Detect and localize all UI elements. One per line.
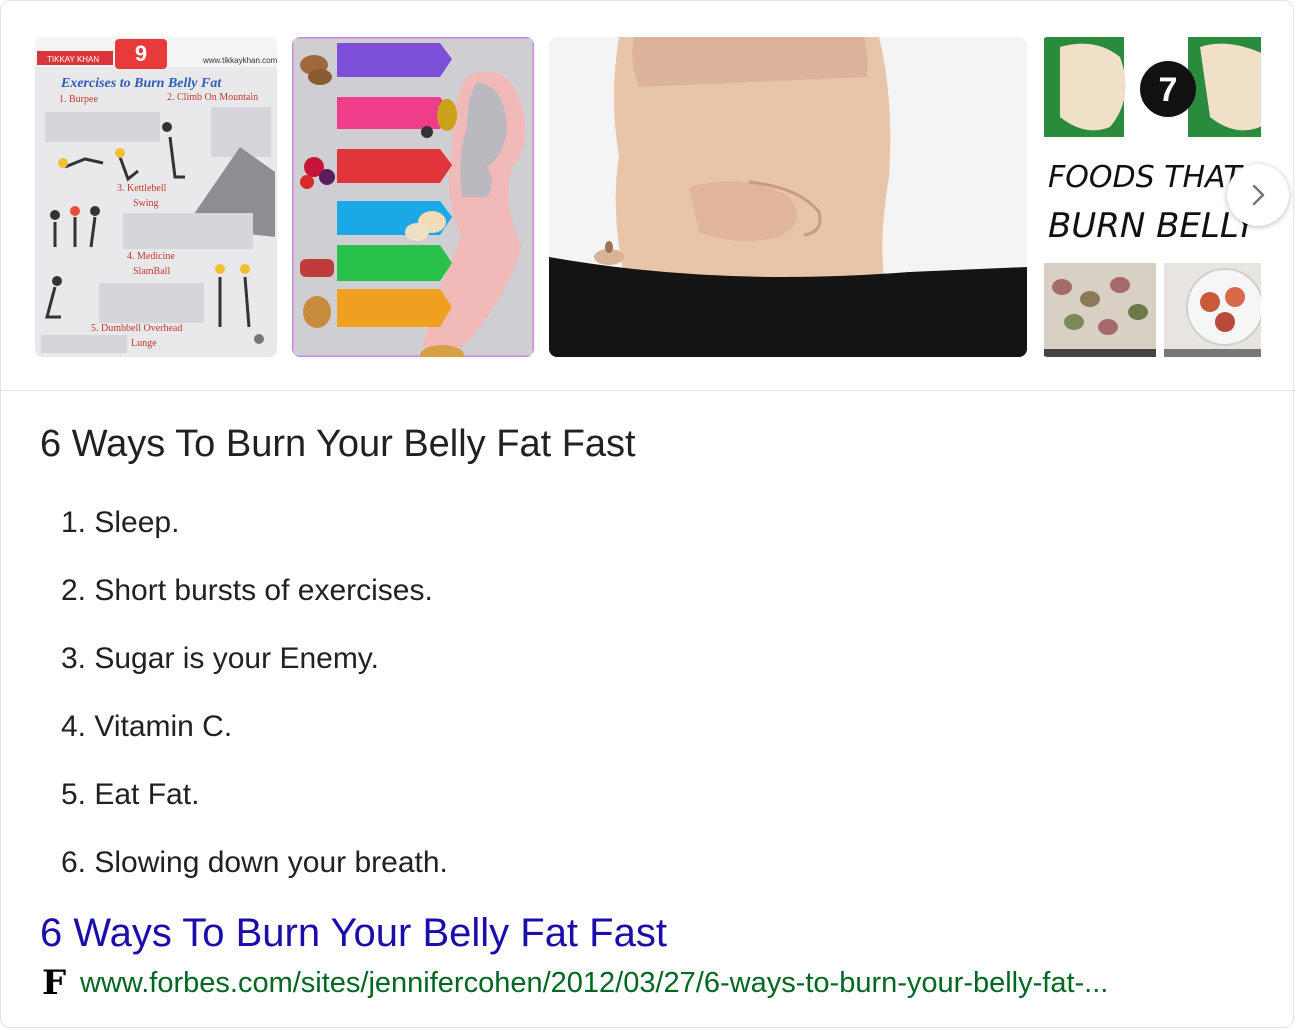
list-item: 3. Sugar is your Enemy. [61, 642, 379, 675]
badge-seven: 7 [1159, 71, 1178, 109]
foods-line-2: BURN BELLY FA [1048, 206, 1261, 246]
result-title-link[interactable]: 6 Ways To Burn Your Belly Fat Fast [40, 911, 667, 956]
thumb-foods-infographic[interactable] [292, 37, 534, 357]
forbes-favicon-icon: F [42, 963, 67, 1003]
label-climb: 2. Climb On Mountain [167, 92, 258, 103]
thumb-belly-photo[interactable] [549, 37, 1027, 357]
divider [1, 390, 1295, 391]
site-label: www.tikkaykhan.com [202, 56, 277, 65]
thumb-exercises-infographic[interactable]: TIKKAY KHAN 9 www.tikkaykhan.com Exercis… [35, 37, 277, 357]
result-source: F www.forbes.com/sites/jennifercohen/201… [42, 961, 1108, 1005]
list-item: 5. Eat Fat. [61, 778, 200, 811]
carousel-next-button[interactable] [1227, 164, 1289, 226]
label-kettlebell: 3. Kettlebell [117, 183, 167, 194]
chevron-right-icon [1252, 184, 1265, 206]
label-lunge: Lunge [131, 338, 157, 349]
list-item: 2. Short bursts of exercises. [61, 574, 433, 607]
snippet-heading: 6 Ways To Burn Your Belly Fat Fast [40, 423, 636, 465]
snippet-steps-list: 1. Sleep. 2. Short bursts of exercises. … [61, 501, 448, 909]
image-carousel: TIKKAY KHAN 9 www.tikkaykhan.com Exercis… [35, 37, 1261, 357]
label-lunge-title: 5. Dumbbell Overhead [91, 323, 182, 334]
list-item: 1. Sleep. [61, 506, 180, 539]
label-slamball: SlamBall [133, 266, 170, 277]
brand-label: TIKKAY KHAN [47, 55, 99, 64]
label-medicine: 4. Medicine [127, 251, 175, 262]
label-burpee: 1. Burpee [59, 94, 98, 105]
label-swing: Swing [133, 198, 159, 209]
list-item: 6. Slowing down your breath. [61, 846, 448, 879]
list-item: 4. Vitamin C. [61, 710, 233, 743]
result-url[interactable]: www.forbes.com/sites/jennifercohen/2012/… [80, 967, 1108, 1000]
infographic-title: Exercises to Burn Belly Fat [60, 76, 222, 91]
badge-number: 9 [135, 41, 147, 66]
featured-snippet-card: TIKKAY KHAN 9 www.tikkaykhan.com Exercis… [0, 0, 1295, 1028]
